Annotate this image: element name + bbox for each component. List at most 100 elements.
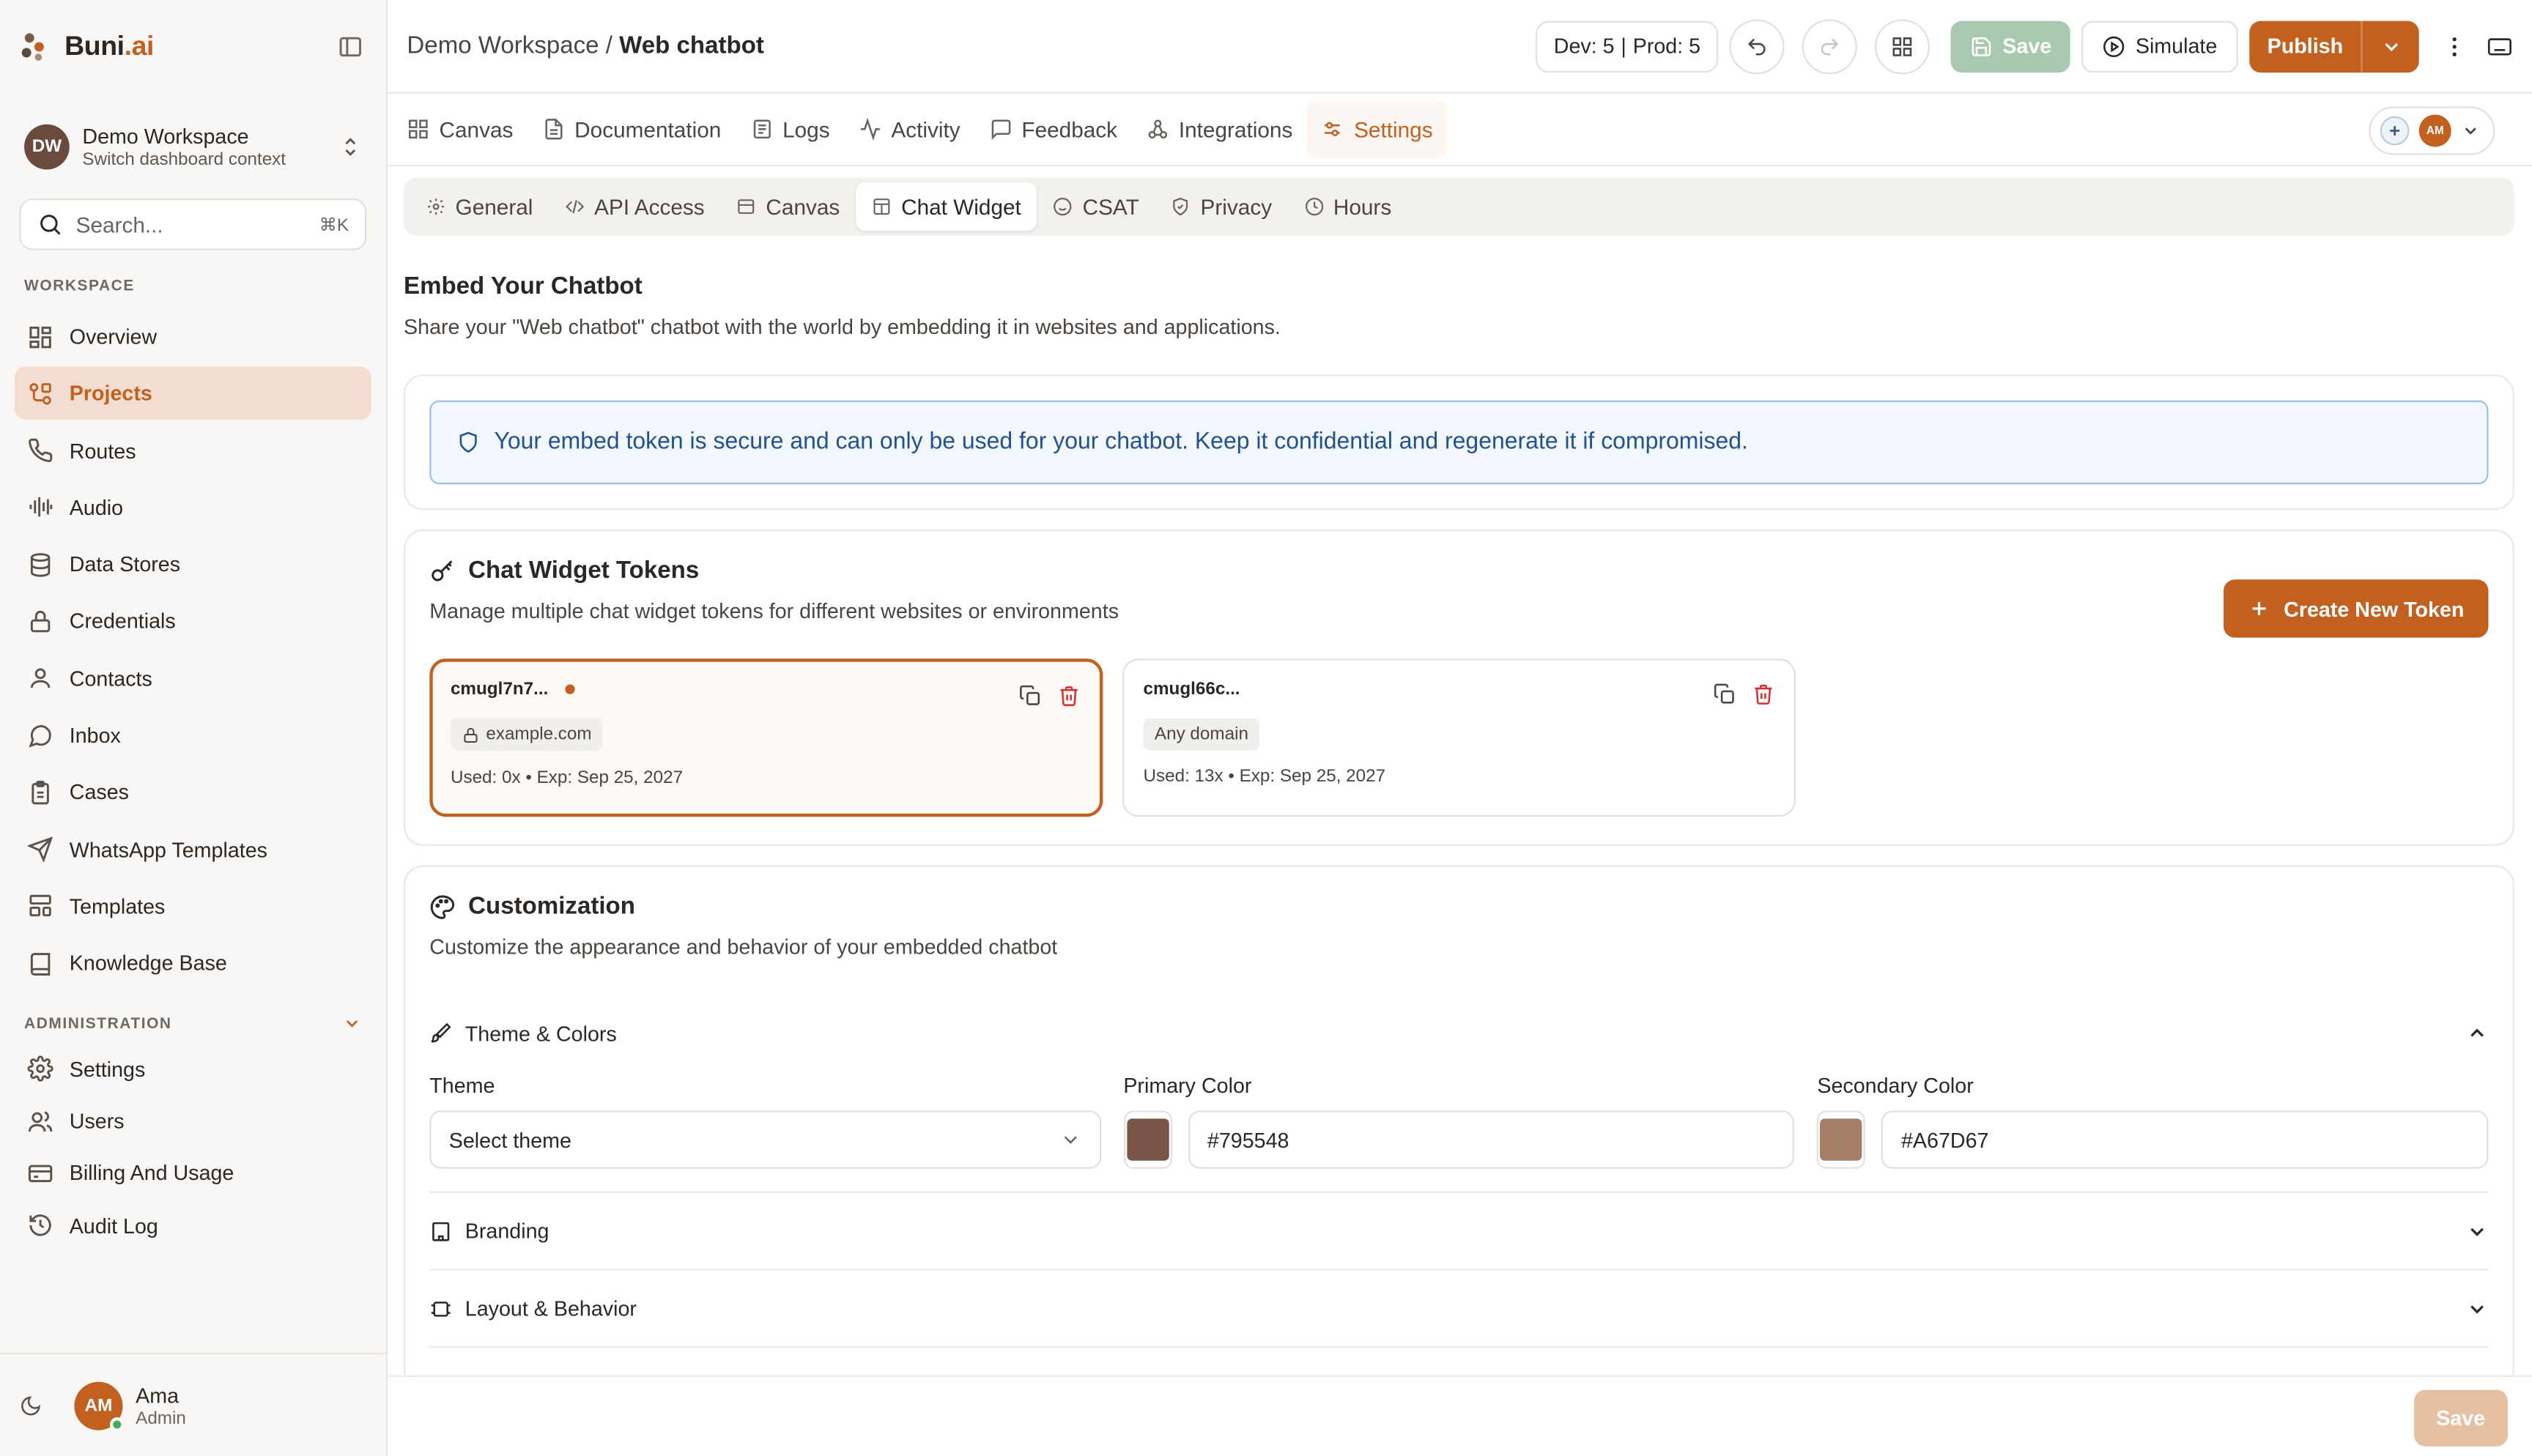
undo-icon bbox=[1746, 34, 1769, 57]
breadcrumb-workspace[interactable]: Demo Workspace bbox=[407, 32, 599, 59]
publish-dropdown-button[interactable] bbox=[2361, 20, 2418, 73]
tokens-description: Manage multiple chat widget tokens for d… bbox=[429, 598, 1119, 623]
brand-name[interactable]: Buni.ai bbox=[64, 31, 154, 63]
tab-logs[interactable]: Logs bbox=[736, 100, 844, 158]
secondary-color-swatch[interactable] bbox=[1817, 1110, 1866, 1169]
sidebar-item-overview[interactable]: Overview bbox=[15, 310, 371, 363]
search-input[interactable]: Search... ⌘K bbox=[19, 198, 367, 250]
collaborators-pill[interactable]: AM bbox=[2369, 106, 2495, 155]
widget-icon bbox=[872, 197, 891, 216]
layout-icon bbox=[27, 894, 69, 919]
sidebar-collapse-icon[interactable] bbox=[338, 34, 363, 59]
tab-integrations[interactable]: Integrations bbox=[1132, 100, 1307, 158]
token-card[interactable]: cmugl66c... Any domain Used: 13x • Exp: … bbox=[1122, 658, 1796, 817]
subtab-csat[interactable]: CSAT bbox=[1037, 182, 1155, 231]
chat-bubble-icon bbox=[27, 722, 69, 748]
subtab-chat-widget[interactable]: Chat Widget bbox=[856, 182, 1037, 231]
more-vertical-icon[interactable] bbox=[2442, 33, 2468, 59]
sidebar-item-credentials[interactable]: Credentials bbox=[15, 595, 371, 648]
sidebar-item-cases[interactable]: Cases bbox=[15, 766, 371, 820]
moon-icon[interactable] bbox=[19, 1394, 42, 1416]
phone-icon bbox=[27, 438, 69, 464]
subtab-canvas[interactable]: Canvas bbox=[721, 182, 856, 231]
token-usage-meta: Used: 13x • Exp: Sep 25, 2027 bbox=[1143, 766, 1386, 787]
theme-fields: Theme Select theme Primary Color #795548 bbox=[429, 1073, 2489, 1169]
sidebar-item-routes[interactable]: Routes bbox=[15, 424, 371, 478]
token-card[interactable]: cmugl7n7... example.com Used: 0x • Exp: … bbox=[429, 658, 1103, 817]
create-new-token-button[interactable]: Create New Token bbox=[2224, 579, 2489, 638]
workspace-avatar: DW bbox=[24, 124, 70, 170]
copy-icon[interactable] bbox=[1714, 683, 1736, 705]
trash-icon[interactable] bbox=[1752, 683, 1774, 705]
save-settings-button[interactable]: Save bbox=[2413, 1389, 2508, 1446]
audio-waveform-icon bbox=[27, 494, 69, 520]
play-circle-icon bbox=[2103, 34, 2126, 57]
chevron-down-icon bbox=[2466, 1219, 2489, 1242]
primary-color-swatch[interactable] bbox=[1123, 1110, 1172, 1169]
sidebar-item-projects[interactable]: Projects bbox=[14, 366, 371, 420]
embed-title: Embed Your Chatbot bbox=[404, 272, 643, 300]
simulate-button[interactable]: Simulate bbox=[2082, 20, 2238, 73]
dev-version: Dev: 5 bbox=[1553, 34, 1615, 59]
subtab-general[interactable]: General bbox=[410, 182, 549, 231]
tab-activity[interactable]: Activity bbox=[844, 100, 974, 158]
sidebar-item-settings[interactable]: Settings bbox=[15, 1045, 371, 1093]
sidebar-item-audit-log[interactable]: Audit Log bbox=[15, 1201, 371, 1249]
tab-feedback[interactable]: Feedback bbox=[974, 100, 1131, 158]
webhook-icon bbox=[1147, 118, 1169, 141]
secondary-color-input[interactable]: #A67D67 bbox=[1881, 1110, 2489, 1169]
subtab-hours[interactable]: Hours bbox=[1288, 182, 1407, 231]
branding-accordion[interactable]: Branding bbox=[429, 1193, 2488, 1269]
buni-logo-icon bbox=[21, 33, 44, 61]
chevrons-up-down-icon bbox=[338, 134, 363, 160]
secondary-color-label: Secondary Color bbox=[1817, 1073, 1974, 1098]
copy-icon[interactable] bbox=[1019, 685, 1042, 707]
tab-canvas[interactable]: Canvas bbox=[393, 100, 528, 158]
layout-behavior-accordion[interactable]: Layout & Behavior bbox=[429, 1271, 2488, 1347]
publish-button[interactable]: Publish bbox=[2249, 21, 2361, 73]
tab-settings[interactable]: Settings bbox=[1307, 100, 1448, 158]
theme-colors-accordion[interactable]: Theme & Colors bbox=[429, 1017, 2488, 1050]
sidebar-item-contacts[interactable]: Contacts bbox=[15, 652, 371, 705]
redo-button[interactable] bbox=[1802, 18, 1857, 74]
undo-button[interactable] bbox=[1729, 18, 1785, 74]
workspace-subtitle: Switch dashboard context bbox=[82, 149, 286, 170]
brand-header: Buni.ai bbox=[0, 0, 386, 94]
lock-icon bbox=[462, 726, 479, 743]
sidebar-item-label: Audit Log bbox=[69, 1213, 158, 1238]
layout-grid-button[interactable] bbox=[1875, 18, 1931, 74]
save-button[interactable]: Save bbox=[1950, 20, 2071, 73]
message-square-icon bbox=[989, 118, 1012, 141]
primary-color-input[interactable]: #795548 bbox=[1188, 1110, 1795, 1169]
gear-icon bbox=[426, 197, 445, 216]
sidebar-item-billing[interactable]: Billing And Usage bbox=[15, 1149, 371, 1197]
main-area: Demo Workspace / Web chatbot Dev: 5 | Pr… bbox=[387, 0, 2532, 1456]
sidebar-item-knowledge-base[interactable]: Knowledge Base bbox=[15, 937, 371, 990]
search-shortcut: ⌘K bbox=[319, 215, 349, 235]
frame-icon bbox=[429, 1297, 452, 1320]
customization-card: Customization Customize the appearance a… bbox=[404, 865, 2514, 1375]
subtab-privacy[interactable]: Privacy bbox=[1155, 182, 1288, 231]
keyboard-icon[interactable] bbox=[2487, 33, 2512, 59]
sidebar-item-templates[interactable]: Templates bbox=[15, 880, 371, 933]
sidebar-item-users[interactable]: Users bbox=[15, 1097, 371, 1145]
sidebar-item-inbox[interactable]: Inbox bbox=[15, 709, 371, 762]
tab-documentation[interactable]: Documentation bbox=[528, 100, 736, 158]
sidebar: Buni.ai DW Demo Workspace Switch dashboa… bbox=[0, 0, 388, 1456]
projects-icon bbox=[27, 381, 69, 406]
sidebar-item-whatsapp-templates[interactable]: WhatsApp Templates bbox=[15, 822, 371, 876]
subtab-api-access[interactable]: API Access bbox=[549, 182, 720, 231]
theme-select[interactable]: Select theme bbox=[429, 1110, 1101, 1169]
user-profile[interactable]: AM Ama Admin bbox=[0, 1353, 386, 1456]
workspace-switcher[interactable]: DW Demo Workspace Switch dashboard conte… bbox=[0, 110, 386, 184]
administration-section-label[interactable]: ADMINISTRATION bbox=[0, 1014, 386, 1033]
sidebar-item-label: Knowledge Base bbox=[69, 951, 227, 976]
sidebar-item-data-stores[interactable]: Data Stores bbox=[15, 538, 371, 591]
paintbrush-icon bbox=[429, 1022, 452, 1044]
sidebar-item-audio[interactable]: Audio bbox=[15, 481, 371, 535]
sliders-icon bbox=[1322, 118, 1344, 141]
env-version-pill[interactable]: Dev: 5 | Prod: 5 bbox=[1536, 20, 1719, 73]
chevron-down-icon bbox=[2461, 121, 2480, 140]
add-collaborator-icon[interactable] bbox=[2380, 116, 2410, 146]
trash-icon[interactable] bbox=[1058, 685, 1081, 707]
